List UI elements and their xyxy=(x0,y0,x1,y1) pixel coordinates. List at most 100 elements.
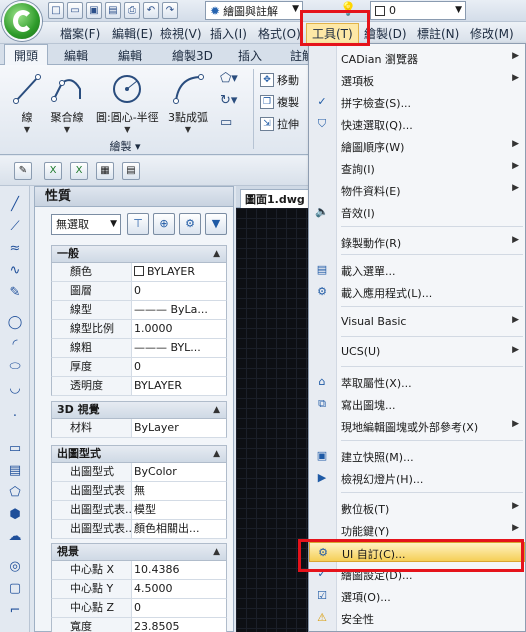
prop-row[interactable]: 厚度 0 xyxy=(51,358,227,377)
tools-menu-item[interactable]: 現地編輯圖塊或外部參考(X) ▶ xyxy=(309,416,525,436)
circle-tool-button[interactable]: 圓:圓心-半徑 ▼ xyxy=(96,71,159,134)
point-icon[interactable]: · xyxy=(6,408,24,426)
filter-icon[interactable]: ▼ xyxy=(205,213,227,235)
multiline-icon[interactable]: ≈ xyxy=(6,240,24,258)
tools-menu-item[interactable]: ⚠ 安全性 xyxy=(309,608,525,628)
arc-icon[interactable]: ◜ xyxy=(6,336,24,354)
tools-menu-item[interactable]: Visual Basic ▶ xyxy=(309,312,525,332)
tools-menu-item[interactable]: ⚙ 載入應用程式(L)... xyxy=(309,282,525,302)
prop-row[interactable]: 線型比例 1.0000 xyxy=(51,320,227,339)
toggle-pickadd-icon[interactable]: ⊤ xyxy=(127,213,149,235)
prop-row[interactable]: 中心點 Z0 xyxy=(51,599,227,618)
wipeout-icon[interactable]: ▢ xyxy=(6,580,24,598)
select-objects-icon[interactable]: ⊕ xyxy=(153,213,175,235)
prop-row[interactable]: 透明度 BYLAYER xyxy=(51,377,227,396)
rectangle-icon[interactable]: ▭ xyxy=(220,115,232,130)
donut-icon[interactable]: ◎ xyxy=(6,558,24,576)
prop-row[interactable]: 出圖型式表... 顏色相關出... xyxy=(51,520,227,539)
prop-value[interactable]: 無 xyxy=(132,482,226,500)
tools-menu-item[interactable]: ▤ 載入選單... xyxy=(309,260,525,280)
open-folder-icon[interactable]: ▭ xyxy=(67,2,83,19)
prop-value[interactable]: ByLayer xyxy=(132,419,226,437)
move-button[interactable]: ✥ 移動 xyxy=(260,72,299,88)
tools-menu-item[interactable]: ⚙ UI 自訂(C)... xyxy=(309,542,525,562)
tools-menu-item[interactable]: 錄製動作(R) ▶ xyxy=(309,232,525,252)
prop-value[interactable]: ——— BYL... xyxy=(132,339,226,357)
tools-menu-item[interactable]: ▣ 建立快照(M)... xyxy=(309,446,525,466)
save-as-icon[interactable]: ▤ xyxy=(105,2,121,19)
prop-value[interactable]: BYLAYER xyxy=(132,377,226,395)
menu-dimension[interactable]: 標註(N) xyxy=(417,25,459,42)
bulb-icon[interactable]: 💡 xyxy=(340,2,356,17)
polyline-tool-button[interactable]: 聚合線 ▼ xyxy=(50,71,84,134)
layer-select[interactable]: 0 ▼ xyxy=(370,1,466,20)
tools-menu-item[interactable]: 🔈 音效(I) xyxy=(309,202,525,222)
prop-value[interactable]: 23.8505 xyxy=(132,618,226,632)
prop-row[interactable]: 中心點 X 10.4386 xyxy=(51,561,227,580)
prop-row[interactable]: 材料 ByLayer xyxy=(51,419,227,438)
tools-menu-item[interactable]: 選項板 ▶ xyxy=(309,70,525,90)
hatch-icon[interactable]: ▤ xyxy=(6,462,24,480)
tools-menu-item[interactable]: 功能鍵(Y) ▶ xyxy=(309,520,525,540)
selection-select[interactable]: 無選取 ▼ xyxy=(51,214,121,235)
print-icon[interactable]: ⎙ xyxy=(124,2,140,19)
prop-value[interactable]: 模型 xyxy=(132,501,226,519)
tools-menu-item[interactable]: UCS(U) ▶ xyxy=(309,342,525,362)
app-logo-icon[interactable] xyxy=(2,1,42,41)
prop-section-header[interactable]: 視景 ▲ xyxy=(51,543,227,561)
prop-row[interactable]: 線粗 ——— BYL... xyxy=(51,339,227,358)
draw-panel-caption[interactable]: 繪製 ▾ xyxy=(0,138,250,154)
prop-row[interactable]: 出圖型式 ByColor xyxy=(51,463,227,482)
collapse-caret-icon[interactable]: ▲ xyxy=(213,246,220,262)
drawing-tab[interactable]: 圖面1.dwg xyxy=(240,189,310,209)
arc-tool-button[interactable]: 3點成弧 ▼ xyxy=(168,71,208,134)
prop-row[interactable]: 出圖型式表無 xyxy=(51,482,227,501)
prop-section-header[interactable]: 一般 ▲ xyxy=(51,245,227,263)
tools-menu-item[interactable]: ✓ 拼字檢查(S)... xyxy=(309,92,525,112)
tools-menu-item[interactable]: ✓ 繪圖設定(D)... xyxy=(309,564,525,584)
tools-menu-item[interactable]: ⛉ 快速選取(Q)... xyxy=(309,114,525,134)
collapse-caret-icon[interactable]: ▲ xyxy=(213,446,220,462)
region-icon[interactable]: ⬢ xyxy=(6,506,24,524)
prop-row[interactable]: 出圖型式表... 模型 xyxy=(51,501,227,520)
polygon-icon[interactable]: ⬠ xyxy=(6,484,24,502)
tools-menu-item[interactable]: ⧉ 寫出圖塊... xyxy=(309,394,525,414)
prop-value[interactable]: ——— ByLa... xyxy=(132,301,226,319)
menu-file[interactable]: 檔案(F) xyxy=(60,25,100,42)
revcloud-icon[interactable]: ↻▾ xyxy=(220,93,237,108)
construction-line-icon[interactable]: ⟋ xyxy=(6,218,24,236)
tab-edit[interactable]: 編輯 xyxy=(64,47,88,64)
workspace-select[interactable]: ✹ 繪圖與註解 ▼ xyxy=(205,1,303,20)
undo-icon[interactable]: ↶ xyxy=(143,2,159,19)
prop-value[interactable]: ByColor xyxy=(132,463,226,481)
menu-edit[interactable]: 編輯(E) xyxy=(112,25,153,42)
prop-value[interactable]: BYLAYER xyxy=(132,263,226,281)
document-edit-icon[interactable]: ✎ xyxy=(14,162,32,180)
prop-row[interactable]: 顏色 BYLAYER xyxy=(51,263,227,282)
collapse-caret-icon[interactable]: ▲ xyxy=(213,402,220,418)
prop-value[interactable]: 顏色相關出... xyxy=(132,520,226,538)
tools-menu-item[interactable]: 物件資料(E) ▶ xyxy=(309,180,525,200)
prop-section-header[interactable]: 3D 視覺 ▲ xyxy=(51,401,227,419)
save-icon[interactable]: ▣ xyxy=(86,2,102,19)
tools-menu-item[interactable]: CADian 瀏覽器 ▶ xyxy=(309,48,525,68)
prop-row[interactable]: 圖層 0 xyxy=(51,282,227,301)
tools-menu-item[interactable]: 繪圖順序(W) ▶ xyxy=(309,136,525,156)
prop-section-header[interactable]: 出圖型式 ▲ xyxy=(51,445,227,463)
prop-row[interactable]: 寬度 23.8505 xyxy=(51,618,227,632)
prop-value[interactable]: 0 xyxy=(132,599,226,617)
excel-icon[interactable]: X xyxy=(44,162,62,180)
quick-select-icon[interactable]: ⚙ xyxy=(179,213,201,235)
spline-icon[interactable]: ∿ xyxy=(6,262,24,280)
rectangle-icon[interactable]: ▭ xyxy=(6,440,24,458)
redo-icon[interactable]: ↷ xyxy=(162,2,178,19)
prop-value[interactable]: 0 xyxy=(132,358,226,376)
menu-view[interactable]: 檢視(V) xyxy=(160,25,202,42)
menu-insert[interactable]: 插入(I) xyxy=(210,25,247,42)
image-icon[interactable]: ▦ xyxy=(96,162,114,180)
ellipse-icon[interactable]: ⬭ xyxy=(6,358,24,376)
tools-menu-item[interactable]: ☑ 選項(O)... xyxy=(309,586,525,606)
ellipse-arc-icon[interactable]: ◡ xyxy=(6,380,24,398)
menu-modify[interactable]: 修改(M) xyxy=(470,25,514,42)
menu-format[interactable]: 格式(O) xyxy=(258,25,301,42)
